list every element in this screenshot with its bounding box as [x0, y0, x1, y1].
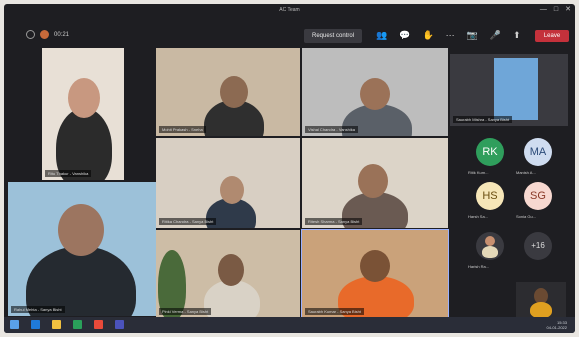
participant-face	[218, 254, 244, 286]
participant-face	[220, 76, 248, 108]
close-button[interactable]: ✕	[565, 6, 571, 14]
shared-screen-name: Saurabh Mishra - Sanya Bisht	[453, 116, 513, 123]
self-view-tile[interactable]	[516, 282, 566, 318]
participant-face	[358, 164, 388, 198]
participant-name: Rahul Mehta - Sanya Bisht	[11, 306, 65, 313]
video-tile-participant[interactable]: Ritesh Sharma - Sanya Bisht	[302, 138, 448, 228]
shared-screen-content	[494, 58, 538, 120]
participant-name: Ritesh Sharma - Sanya Bisht	[305, 218, 363, 225]
mic-icon[interactable]: 🎤	[490, 30, 501, 41]
chrome-icon[interactable]	[94, 320, 103, 329]
more-icon[interactable]: ⋯	[446, 30, 455, 41]
avatar-name: Sonia Gu...	[516, 214, 537, 219]
video-tile-participant[interactable]: Ritu Thakur - Vanshika	[42, 48, 124, 180]
participant-name: Ritika Chandra - Sanya Bisht	[159, 218, 217, 225]
avatar-name: Harsh Sa...	[468, 214, 489, 219]
system-tray: 15:33 04-01-2022	[547, 320, 567, 330]
participant-name: Saurabh Kumar - Sanya Bisht	[305, 308, 364, 315]
avatar-sg[interactable]: SG	[524, 182, 552, 210]
participant-face	[58, 204, 104, 256]
video-tile-participant[interactable]: Rahul Mehta - Sanya Bisht	[8, 182, 156, 316]
participant-face	[360, 250, 390, 282]
participant-name: Ritu Thakur - Vanshika	[45, 170, 92, 177]
maximize-button[interactable]: □	[554, 6, 558, 14]
clock-date: 04-01-2022	[546, 325, 567, 330]
self-body	[530, 302, 552, 318]
avatar-ma[interactable]: MA	[524, 138, 552, 166]
video-tile-participant[interactable]: Vishal Chandra - Vanshika	[302, 48, 448, 136]
participant-name: Pinki Verma - Sanya Bisht	[159, 308, 212, 315]
share-icon[interactable]: ⬆	[513, 30, 521, 41]
participant-name: Mohit Prakash - Sneha	[159, 126, 206, 133]
start-icon[interactable]	[10, 320, 19, 329]
chat-icon[interactable]: 💬	[399, 30, 410, 41]
video-tile-participant[interactable]: Mohit Prakash - Sneha	[156, 48, 300, 136]
avatar-name: Ritik Kum...	[468, 170, 489, 175]
avatar-body	[482, 246, 498, 258]
video-tile-participant[interactable]: Pinki Verma - Sanya Bisht	[156, 230, 300, 318]
more-participants[interactable]: +16	[524, 232, 552, 260]
meeting-toolbar: 00:21 Request control 👥 💬 ✋ ⋯ 📷 🎤 ⬆ Leav…	[4, 24, 575, 48]
file-explorer-icon[interactable]	[52, 320, 61, 329]
meeting-timer: 00:21	[26, 30, 69, 39]
avatar-face	[485, 236, 495, 246]
participant-face	[360, 78, 390, 110]
windows-taskbar: 15:33 04-01-2022	[4, 317, 575, 333]
avatar-photo[interactable]	[476, 232, 504, 260]
avatar-hs[interactable]: HS	[476, 182, 504, 210]
avatar-name: Harish Ra...	[468, 264, 490, 269]
avatar-name: Manish A...	[516, 170, 536, 175]
video-tile-active-speaker[interactable]: Saurabh Kumar - Sanya Bisht	[301, 229, 449, 319]
participant-face	[68, 78, 100, 118]
video-tile-participant[interactable]: Ritika Chandra - Sanya Bisht	[156, 138, 300, 228]
participant-name: Vishal Chandra - Vanshika	[305, 126, 358, 133]
leave-button[interactable]: Leave	[535, 30, 569, 42]
avatar-rk[interactable]: RK	[476, 138, 504, 166]
title-bar: AC Team — □ ✕	[4, 4, 575, 16]
shield-icon	[26, 30, 35, 39]
request-control-button[interactable]: Request control	[304, 29, 363, 43]
minimize-button[interactable]: —	[540, 6, 547, 14]
shared-screen-tile[interactable]: Saurabh Mishra - Sanya Bisht	[450, 54, 568, 126]
participant-face	[220, 176, 244, 204]
camera-icon[interactable]: 📷	[467, 30, 478, 41]
edge-icon[interactable]	[31, 320, 40, 329]
people-icon[interactable]: 👥	[376, 30, 387, 41]
teams-meeting-window: AC Team — □ ✕ 00:21 Request control 👥 💬 …	[4, 4, 575, 333]
store-icon[interactable]	[73, 320, 82, 329]
window-title: AC Team	[279, 7, 300, 13]
hand-icon[interactable]: ✋	[422, 30, 433, 41]
recording-icon	[40, 30, 49, 39]
teams-icon[interactable]	[115, 320, 124, 329]
